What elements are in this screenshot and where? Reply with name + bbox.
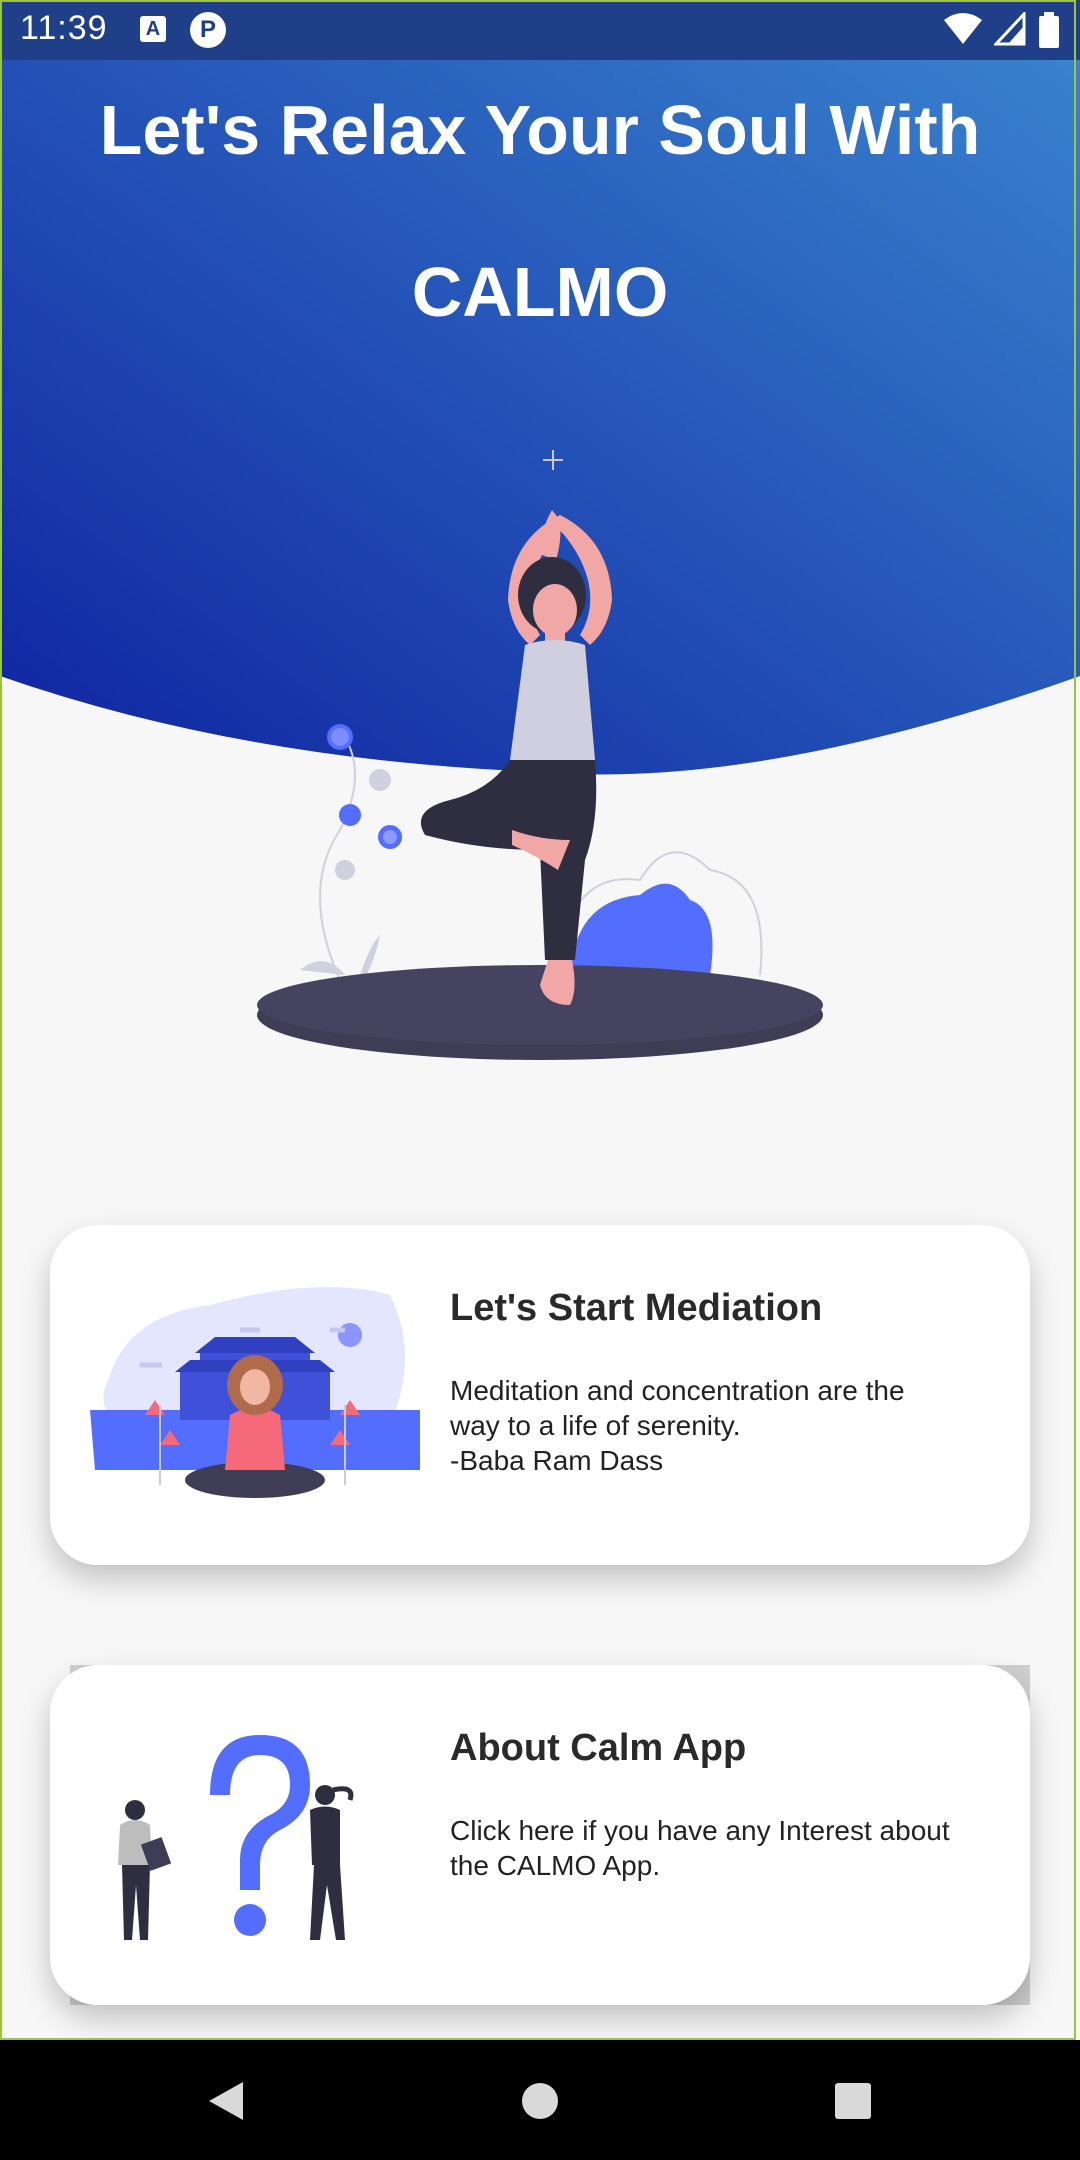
hero-title-line2: CALMO [411,253,669,331]
battery-icon [1039,12,1059,48]
question-mark-illustration [118,1735,354,1940]
a-notification-icon: A [140,16,166,42]
card-quote: Meditation and concentration are the way… [450,1375,905,1476]
wifi-icon [944,13,982,44]
status-bar: 11:39 A P [0,0,1080,60]
signal-icon [994,12,1026,46]
yoga-woman-illustration [257,450,823,1060]
about-app-card[interactable]: About Calm App Click here if you have an… [50,1665,1030,2005]
home-icon[interactable] [520,2080,560,2122]
navigation-bar [0,2040,1080,2160]
meditation-temple-illustration [90,1287,420,1498]
status-time: 11:39 [20,9,108,47]
card-title: About Calm App [450,1727,747,1769]
p-notification-icon: P [190,12,226,48]
back-icon[interactable] [205,2080,245,2122]
hero-title-line1: Let's Relax Your Soul With [99,91,981,169]
recents-icon[interactable] [833,2080,873,2122]
start-meditation-card[interactable]: Let's Start Mediation Meditation and con… [50,1225,1030,1565]
card-title: Let's Start Mediation [450,1287,823,1329]
card-description: Click here if you have any Interest abou… [450,1815,950,1881]
